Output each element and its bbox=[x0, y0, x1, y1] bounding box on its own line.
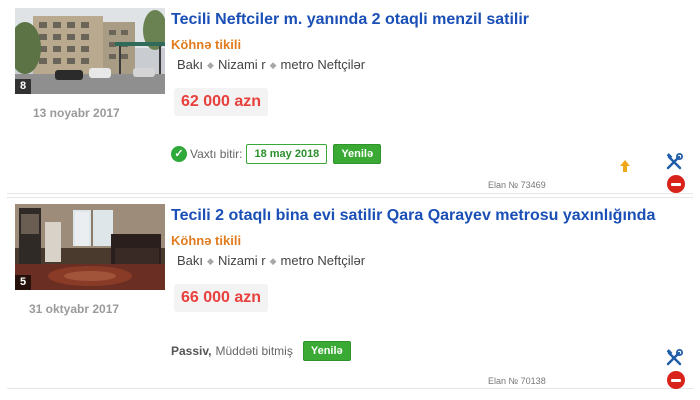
expiry-row: ✓ Vaxtı bitir: 18 may 2018 Yenilə bbox=[171, 144, 382, 164]
listing-date: 13 noyabr 2017 bbox=[33, 106, 120, 120]
listing-card: 8 13 noyabr 2017 Tecili Neftciler m. yan… bbox=[7, 2, 693, 194]
listing-location: Bakı ◆ Nizami r ◆ metro Neftçilər bbox=[177, 57, 365, 72]
location-district: Nizami r bbox=[217, 253, 266, 268]
photo-count-badge: 8 bbox=[15, 79, 31, 94]
expiry-label: Vaxtı bitir: bbox=[190, 147, 243, 161]
interior-photo-image bbox=[15, 204, 165, 290]
expiry-date-badge: 18 may 2018 bbox=[246, 144, 328, 164]
status-label: Passiv, bbox=[171, 344, 212, 358]
check-icon: ✓ bbox=[171, 146, 187, 162]
tools-icon[interactable] bbox=[665, 349, 683, 367]
tools-icon[interactable] bbox=[665, 153, 683, 171]
location-metro: metro Neftçilər bbox=[280, 253, 366, 268]
listing-price: 62 000 azn bbox=[174, 88, 269, 116]
listing-photo[interactable]: 5 bbox=[15, 204, 165, 290]
separator-dot-icon: ◆ bbox=[269, 256, 277, 266]
listing-title-link[interactable]: Tecili 2 otaqlı bina evi satilir Qara Qa… bbox=[171, 207, 655, 225]
photo-count-badge: 5 bbox=[15, 275, 31, 290]
delete-icon[interactable] bbox=[667, 175, 685, 193]
location-city: Bakı bbox=[177, 253, 204, 268]
location-metro: metro Neftçilər bbox=[280, 57, 366, 72]
status-row: Passiv, Müddəti bitmiş Yenilə bbox=[171, 341, 351, 361]
location-district: Nizami r bbox=[217, 57, 266, 72]
listing-card: 5 31 oktyabr 2017 Tecili 2 otaqlı bina e… bbox=[7, 197, 693, 389]
bump-up-icon[interactable] bbox=[619, 159, 631, 173]
renew-button[interactable]: Yenilə bbox=[333, 144, 382, 164]
delete-icon[interactable] bbox=[667, 371, 685, 389]
listing-number: Elan № 70138 bbox=[488, 376, 546, 386]
listing-location: Bakı ◆ Nizami r ◆ metro Neftçilər bbox=[177, 253, 365, 268]
listing-category: Köhnə tikili bbox=[171, 37, 242, 52]
listing-photo[interactable]: 8 bbox=[15, 8, 165, 94]
separator-dot-icon: ◆ bbox=[269, 60, 277, 70]
listing-number: Elan № 73469 bbox=[488, 180, 546, 190]
separator-dot-icon: ◆ bbox=[207, 60, 214, 70]
building-photo-image bbox=[15, 8, 165, 94]
listing-date: 31 oktyabr 2017 bbox=[29, 302, 120, 316]
renew-button[interactable]: Yenilə bbox=[302, 341, 351, 361]
listing-category: Köhnə tikili bbox=[171, 233, 242, 248]
listing-title-link[interactable]: Tecili Neftciler m. yanında 2 otaqli men… bbox=[171, 11, 529, 29]
listing-price: 66 000 azn bbox=[174, 284, 269, 312]
status-text: Müddəti bitmiş bbox=[215, 344, 293, 358]
location-city: Bakı bbox=[177, 57, 204, 72]
separator-dot-icon: ◆ bbox=[207, 256, 214, 266]
